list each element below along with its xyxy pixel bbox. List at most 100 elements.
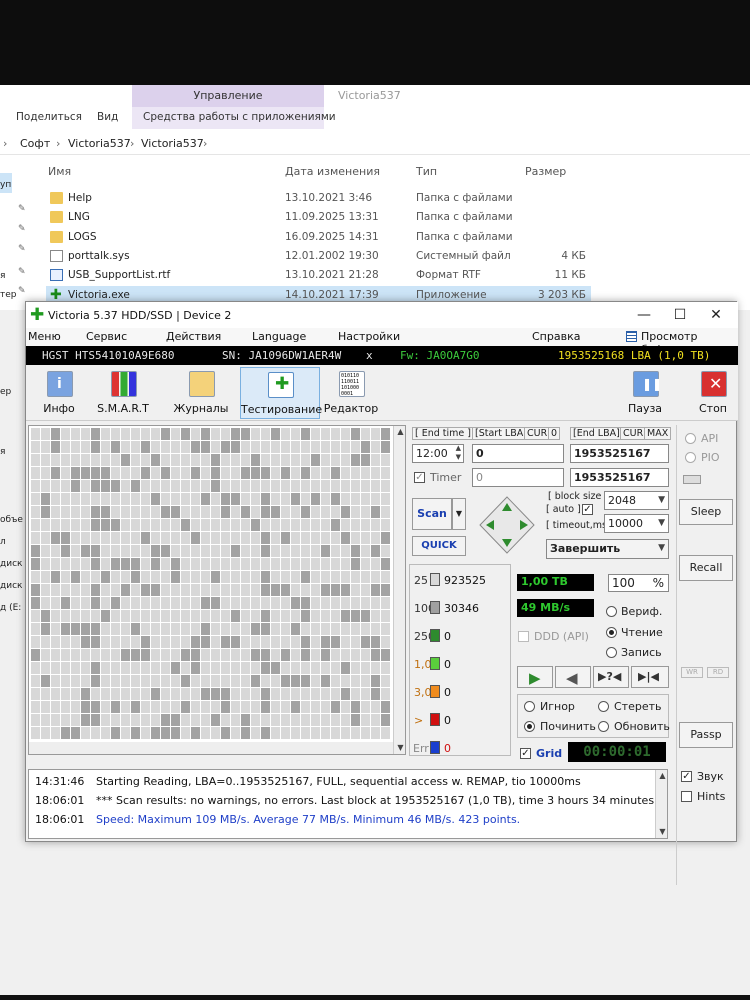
chevron-down-icon[interactable]: ▼ (658, 492, 665, 509)
start-zero-button[interactable]: 0 (548, 427, 561, 440)
scan-block (101, 727, 110, 739)
menu-main[interactable]: Меню (28, 330, 61, 343)
api-radio[interactable] (685, 433, 696, 444)
hints-checkbox[interactable] (681, 791, 692, 802)
tool-test-button[interactable]: ✚ Тестирование (240, 367, 322, 419)
ribbon-tab-view[interactable]: Вид (97, 111, 118, 123)
timeout-select[interactable]: 10000 ▼ (604, 514, 669, 533)
file-row[interactable]: LNG 11.09.2025 13:31 Папка с файлами (46, 208, 591, 227)
column-type[interactable]: Тип (416, 165, 437, 178)
sleep-button[interactable]: Sleep (679, 499, 733, 525)
menu-service[interactable]: Сервис (86, 330, 127, 343)
tool-editor-button[interactable]: 010110 110011 101000 0001 Редактор (316, 367, 386, 419)
spin-updown-icon[interactable]: ▲ ▼ (456, 444, 461, 462)
scan-button[interactable]: Scan (412, 498, 452, 530)
scroll-down-icon[interactable]: ▼ (395, 742, 405, 754)
menu-language[interactable]: Language (252, 330, 306, 343)
refresh-radio[interactable] (598, 721, 609, 732)
menu-help[interactable]: Справка (532, 330, 580, 343)
scroll-up-icon[interactable]: ▲ (657, 770, 667, 782)
column-name[interactable]: Имя (48, 165, 71, 178)
column-size[interactable]: Размер (525, 165, 566, 178)
scroll-up-icon[interactable]: ▲ (395, 426, 405, 438)
ribbon-tab-app-tools[interactable]: Средства работы с приложениями (143, 111, 336, 123)
tool-smart-button[interactable]: S.M.A.R.T (88, 367, 158, 419)
pin-icon[interactable]: ✎ (18, 244, 26, 254)
nav-item[interactable]: ер (0, 387, 11, 397)
breadcrumb[interactable]: › Софт › Victoria537 › Victoria537 › (0, 133, 750, 155)
end-cur-button[interactable]: CUR (620, 427, 647, 440)
grid-checkbox[interactable]: ✓ (520, 748, 531, 759)
butterfly-button[interactable]: ▶|◀ (631, 666, 669, 688)
end-time-field[interactable]: 12:00 ▲ ▼ (412, 444, 464, 463)
nav-item[interactable]: тер (0, 290, 17, 300)
timer-checkbox[interactable]: ✓ (414, 472, 425, 483)
breadcrumb-item[interactable]: Victoria537 (141, 137, 204, 150)
pin-icon[interactable]: ✎ (18, 224, 26, 234)
tool-logs-button[interactable]: Журналы (166, 367, 236, 419)
nav-item[interactable]: диск (0, 581, 22, 591)
column-date[interactable]: Дата изменения (285, 165, 380, 178)
breadcrumb-item[interactable]: Софт (20, 137, 50, 150)
nav-item[interactable]: уп (0, 180, 11, 190)
tool-info-button[interactable]: i Инфо (24, 367, 94, 419)
auto-checkbox[interactable]: ✓ (582, 504, 593, 515)
ddd-checkbox[interactable] (518, 631, 529, 642)
scan-block (211, 714, 220, 726)
grid-scrollbar[interactable]: ▲ ▼ (393, 426, 405, 754)
start-cur-button[interactable]: CUR (524, 427, 551, 440)
file-row[interactable]: porttalk.sys 12.01.2002 19:30 Системный фа… (46, 247, 591, 266)
sound-checkbox[interactable]: ✓ (681, 771, 692, 782)
pause-button[interactable]: ❚❚ Пауза (610, 367, 680, 419)
start-lba-field[interactable]: 0 (472, 444, 564, 463)
ribbon-tab-manage[interactable]: Управление (132, 85, 324, 107)
breadcrumb-item[interactable]: Victoria537 (68, 137, 131, 150)
scroll-down-icon[interactable]: ▼ (657, 826, 667, 838)
scan-block (381, 675, 390, 687)
ignore-radio[interactable] (524, 701, 535, 712)
file-row[interactable]: Help 13.10.2021 3:46 Папка с файлами (46, 189, 591, 208)
timer-field[interactable]: 0 (472, 468, 564, 487)
file-row[interactable]: USB_SupportList.rtf 13.10.2021 21:28 Форма… (46, 266, 591, 285)
passp-button[interactable]: Passp (679, 722, 733, 748)
nav-item[interactable]: я (0, 447, 5, 457)
window-titlebar[interactable]: ✚ Victoria 5.37 HDD/SSD | Device 2 — ☐ ✕ (26, 302, 738, 328)
erase-radio[interactable] (598, 701, 609, 712)
play-button[interactable]: ▶ (517, 666, 553, 688)
minimize-icon[interactable]: — (626, 304, 662, 326)
end-lba-field[interactable]: 1953525167 (570, 444, 669, 463)
fix-radio[interactable] (524, 721, 535, 732)
file-row[interactable]: LOGS 16.09.2025 14:31 Папка с файлами (46, 228, 591, 247)
nav-item[interactable]: диск (0, 559, 22, 569)
scan-blocks (31, 428, 390, 739)
nav-item[interactable]: л (0, 537, 6, 547)
chevron-down-icon[interactable]: ▼ (658, 540, 665, 557)
nav-item[interactable]: объе (0, 515, 23, 525)
menu-settings[interactable]: Настройки (338, 330, 400, 343)
menu-actions[interactable]: Действия (166, 330, 221, 343)
mode-verify-radio[interactable] (606, 606, 617, 617)
random-button[interactable]: ▶?◀ (593, 666, 629, 688)
scan-dropdown-icon[interactable]: ▼ (452, 498, 466, 530)
pin-icon[interactable]: ✎ (18, 286, 26, 296)
maximize-icon[interactable]: ☐ (662, 304, 698, 326)
ribbon-tab-share[interactable]: Поделиться (16, 111, 82, 123)
log-scrollbar[interactable]: ▲ ▼ (655, 770, 667, 838)
quick-button[interactable]: QUICK (412, 536, 466, 556)
nav-item[interactable]: я (0, 271, 5, 281)
finish-action-select[interactable]: Завершить ▼ (546, 539, 669, 559)
pio-radio[interactable] (685, 452, 696, 463)
rewind-button[interactable]: ◀ (555, 666, 591, 688)
close-icon[interactable]: ✕ (698, 304, 734, 326)
recall-button[interactable]: Recall (679, 555, 733, 581)
stop-button[interactable]: ✕ Стоп (678, 367, 748, 419)
end-max-button[interactable]: MAX (644, 427, 672, 440)
dpad-control[interactable] (476, 495, 538, 555)
nav-item[interactable]: д (E: (0, 603, 21, 613)
pin-icon[interactable]: ✎ (18, 204, 26, 214)
chevron-down-icon[interactable]: ▼ (658, 515, 665, 532)
mode-read-radio[interactable] (606, 627, 617, 638)
pin-icon[interactable]: ✎ (18, 267, 26, 277)
block-size-select[interactable]: 2048 ▼ (604, 491, 669, 510)
mode-write-radio[interactable] (606, 647, 617, 658)
